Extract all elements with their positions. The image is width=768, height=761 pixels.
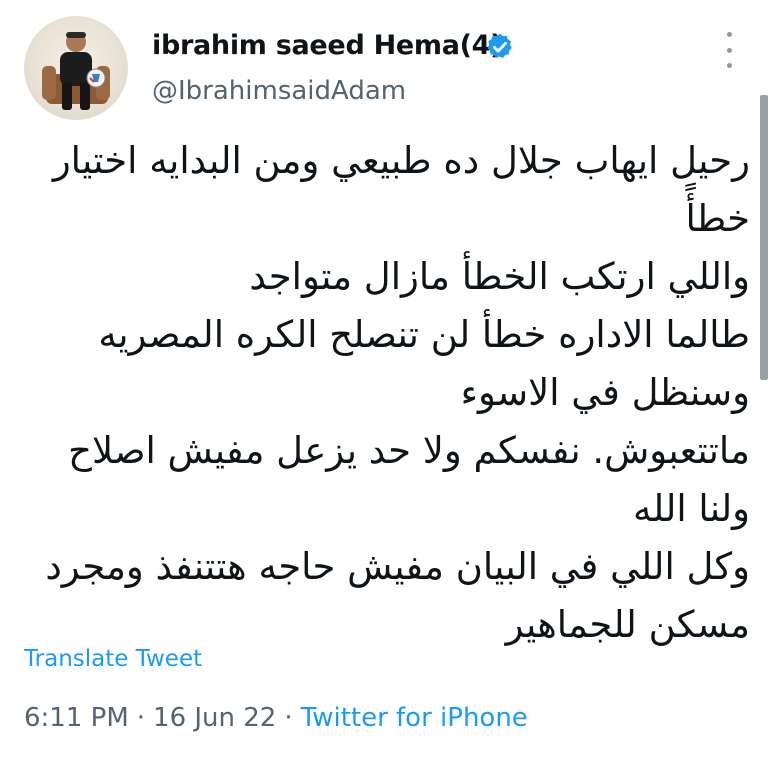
more-options-icon[interactable] xyxy=(715,32,743,68)
user-handle[interactable]: @IbrahimsaidAdam xyxy=(152,76,406,106)
tweet-metadata: 6:11 PM · 16 Jun 22 · Twitter for iPhone xyxy=(24,703,528,733)
tweet-line: ماتتعبوش. نفسكم ولا حد يزعل مفيش اصلاح xyxy=(68,429,750,472)
profile-photo xyxy=(42,32,110,110)
avatar[interactable] xyxy=(24,16,128,120)
tweet-line: ولنا الله xyxy=(633,487,750,530)
scrollbar[interactable] xyxy=(760,95,768,380)
more-dot xyxy=(726,63,732,68)
tweet-line: وسنظل في الاسوء xyxy=(460,371,750,414)
tweet-time[interactable]: 6:11 PM xyxy=(24,703,129,733)
tweet-line: رحيل ايهاب جلال ده طبيعي ومن البدايه اخت… xyxy=(52,139,750,182)
tweet-line: وكل اللي في البيان مفيش حاجه هتتنفذ ومجر… xyxy=(45,545,750,588)
tweet-line: واللي ارتكب الخطأ مازال متواجد xyxy=(249,255,750,298)
tweet-date[interactable]: 16 Jun 22 xyxy=(153,703,276,733)
tweet-line: خطأً xyxy=(685,197,751,240)
tweet-text: رحيل ايهاب جلال ده طبيعي ومن البدايه اخت… xyxy=(20,132,750,654)
verified-badge-icon xyxy=(487,33,512,58)
separator: · xyxy=(136,703,146,733)
tweet-line: طالما الاداره خطأ لن تنصلح الكره المصريه xyxy=(98,313,750,356)
separator: · xyxy=(284,703,293,733)
display-name[interactable]: ibrahim saeed Hema(4) xyxy=(152,30,503,61)
tweet-source-link[interactable]: Twitter for iPhone xyxy=(301,703,528,733)
more-dot xyxy=(726,32,732,37)
more-dot xyxy=(726,47,732,53)
translate-tweet-link[interactable]: Translate Tweet xyxy=(24,646,202,672)
tweet-card: ibrahim saeed Hema(4) @IbrahimsaidAdam ر… xyxy=(0,0,768,761)
